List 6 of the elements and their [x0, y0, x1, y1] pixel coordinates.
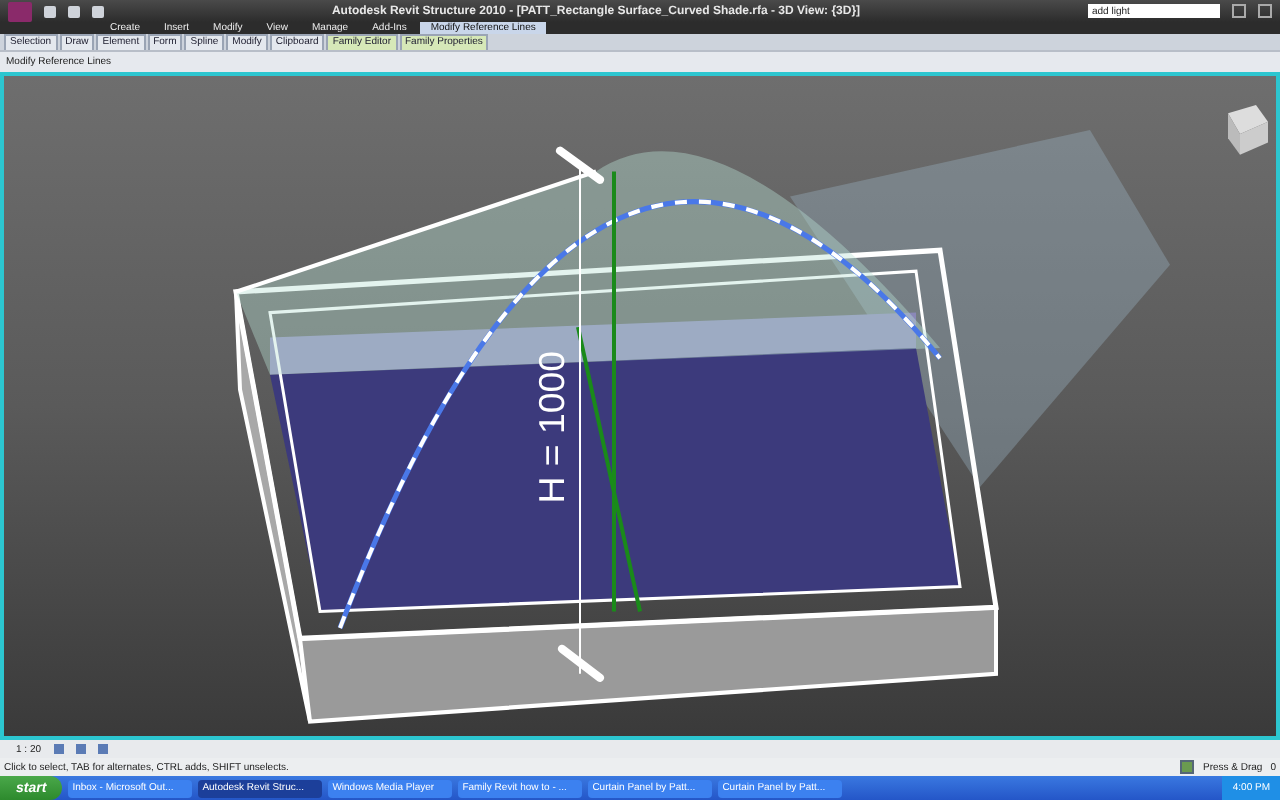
press-drag-checkbox[interactable] — [1180, 760, 1195, 774]
minimize-button[interactable] — [1232, 4, 1246, 18]
3d-viewport[interactable]: H = 1000 — [0, 72, 1280, 740]
dimension-label: H = 1000 — [530, 351, 572, 504]
view-cube-icon[interactable] — [1228, 105, 1268, 155]
close-button[interactable] — [1258, 4, 1272, 18]
